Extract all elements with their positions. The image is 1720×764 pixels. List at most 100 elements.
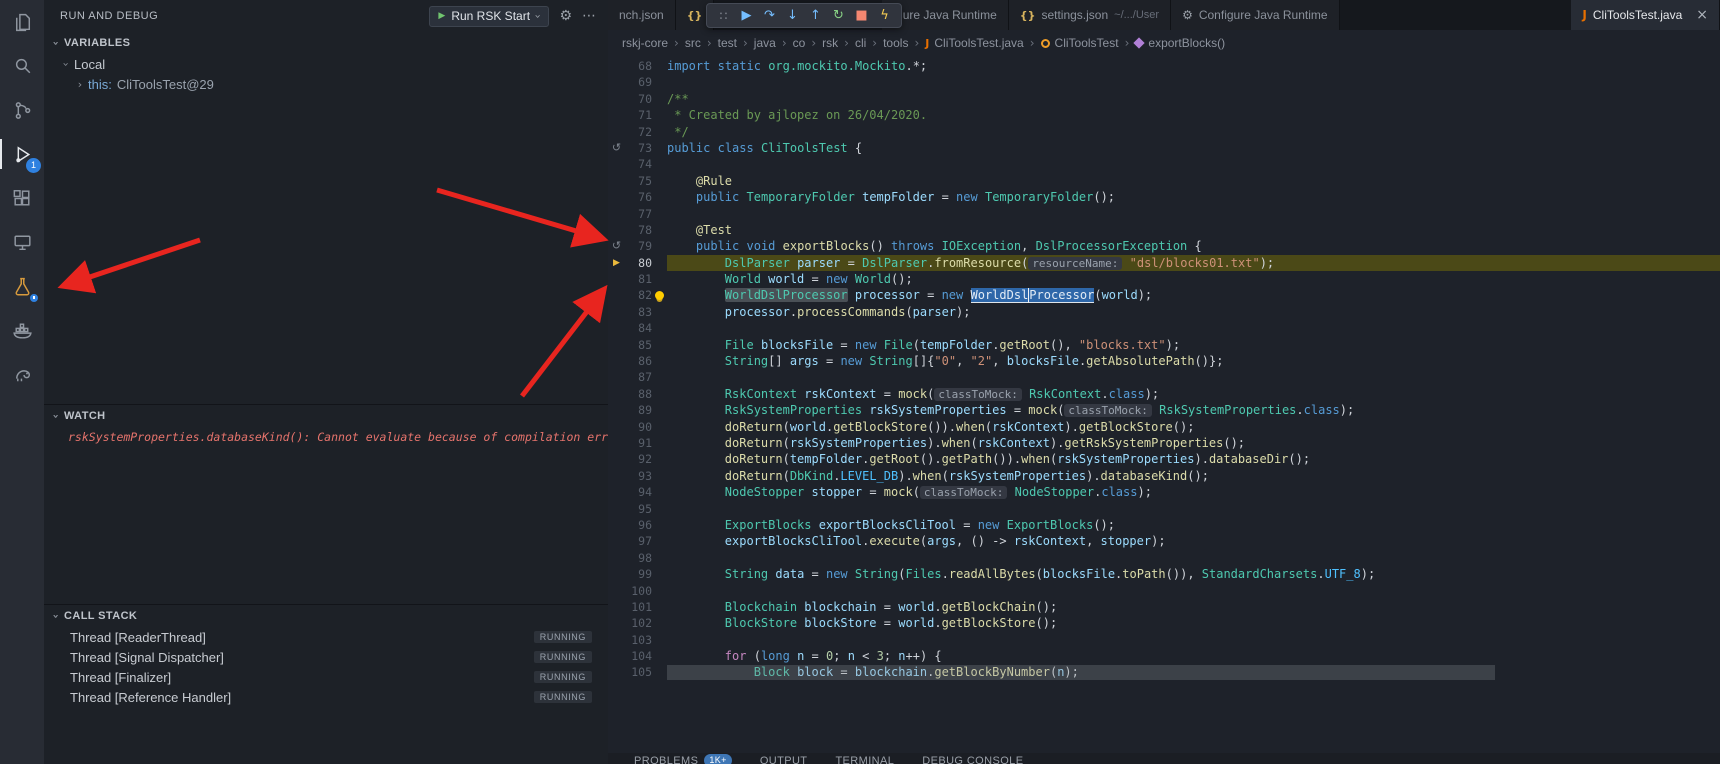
gutter[interactable] [608,156,625,172]
code-text[interactable]: Blockchain blockchain = world.getBlockCh… [667,599,1720,615]
code-text[interactable] [667,206,1720,222]
watch-section-header[interactable]: › WATCH [44,405,608,427]
panel-tab-problems[interactable]: PROBLEMS1K+ [634,754,732,764]
gutter[interactable] [608,615,625,631]
code-text[interactable] [667,550,1720,566]
step-into-button[interactable]: ↓ [783,8,802,23]
code-text[interactable]: import static org.mockito.Mockito.*; [667,58,1720,74]
code-line-105[interactable]: 105 Block block = blockchain.getBlockByN… [608,664,1720,680]
gutter[interactable] [608,337,625,353]
code-text[interactable]: @Rule [667,173,1720,189]
stop-button[interactable]: ■ [852,8,871,23]
hot-code-replace-button[interactable]: ϟ [875,8,894,23]
code-text[interactable]: public TemporaryFolder tempFolder = new … [667,189,1720,205]
code-text[interactable]: doReturn(DbKind.LEVEL_DB).when(rskSystem… [667,468,1720,484]
gutter[interactable] [608,173,625,189]
code-text[interactable] [667,320,1720,336]
code-line-86[interactable]: 86 String[] args = new String[]{"0", "2"… [608,353,1720,369]
code-line-69[interactable]: 69 [608,74,1720,90]
gutter[interactable] [608,501,625,517]
breadcrumb-item[interactable]: tools [883,36,908,50]
debug-config-picker[interactable]: ▶ Run RSK Start › [429,6,549,27]
code-line-74[interactable]: 74 [608,156,1720,172]
breadcrumb-item[interactable]: src [685,36,701,50]
code-text[interactable]: String data = new String(Files.readAllBy… [667,566,1720,582]
code-text[interactable]: for (long n = 0; n < 3; n++) { [667,648,1720,664]
gutter[interactable] [608,222,625,238]
gutter[interactable] [608,451,625,467]
code-text[interactable]: */ [667,124,1720,140]
gutter[interactable] [608,484,625,500]
extensions-icon[interactable] [0,176,44,220]
tab-configure-java-runtime[interactable]: ⚙Configure Java Runtime [1171,0,1340,30]
code-text[interactable]: exportBlocksCliTool.execute(args, () -> … [667,533,1720,549]
panel-tab-terminal[interactable]: TERMINAL [835,754,894,764]
gutter[interactable] [608,304,625,320]
code-line-85[interactable]: 85 File blocksFile = new File(tempFolder… [608,337,1720,353]
code-line-71[interactable]: 71 * Created by ajlopez on 26/04/2020. [608,107,1720,123]
gutter[interactable] [608,353,625,369]
code-text[interactable]: WorldDslProcessor processor = new WorldD… [667,287,1720,303]
watch-expression[interactable]: rskSystemProperties.databaseKind(): Cann… [44,427,608,444]
breadcrumb-item[interactable]: cli [855,36,866,50]
gutter[interactable] [608,206,625,222]
code-text[interactable]: BlockStore blockStore = world.getBlockSt… [667,615,1720,631]
code-text[interactable]: ExportBlocks exportBlocksCliTool = new E… [667,517,1720,533]
debug-current-frame-icon[interactable]: ▶ [608,255,625,271]
code-line-93[interactable]: 93 doReturn(DbKind.LEVEL_DB).when(rskSys… [608,468,1720,484]
code-text[interactable] [667,74,1720,90]
gutter[interactable] [608,74,625,90]
breadcrumb-item[interactable]: java [754,36,776,50]
gutter[interactable] [608,386,625,402]
code-text[interactable]: doReturn(rskSystemProperties).when(rskCo… [667,435,1720,451]
code-line-72[interactable]: 72 */ [608,124,1720,140]
testing-flask-icon[interactable] [0,264,44,308]
drag-handle[interactable]: ∷ [714,9,733,23]
code-text[interactable]: processor.processCommands(parser); [667,304,1720,320]
gutter[interactable] [608,107,625,123]
variables-section-header[interactable]: › VARIABLES [44,32,608,54]
code-line-77[interactable]: 77 [608,206,1720,222]
gutter[interactable] [608,189,625,205]
code-line-99[interactable]: 99 String data = new String(Files.readAl… [608,566,1720,582]
code-text[interactable] [667,369,1720,385]
close-tab-icon[interactable]: × [1696,7,1708,23]
source-control-icon[interactable] [0,88,44,132]
code-line-83[interactable]: 83 processor.processCommands(parser); [608,304,1720,320]
gutter[interactable] [608,271,625,287]
run-and-debug-icon[interactable]: 1 [0,132,44,176]
tab-nch.json[interactable]: nch.json [608,0,676,30]
breadcrumb-item[interactable]: test [718,36,737,50]
code-line-68[interactable]: 68import static org.mockito.Mockito.*; [608,58,1720,74]
code-text[interactable]: public void exportBlocks() throws IOExce… [667,238,1720,254]
call-stack-thread[interactable]: Thread [Finalizer]RUNNING [44,667,608,687]
code-text[interactable]: doReturn(tempFolder.getRoot().getPath())… [667,451,1720,467]
gutter[interactable] [608,583,625,599]
gutter[interactable] [608,419,625,435]
code-line-80[interactable]: ▶80 DslParser parser = DslParser.fromRes… [608,255,1720,271]
test-run-icon[interactable]: ↺ [608,238,625,254]
code-text[interactable]: @Test [667,222,1720,238]
code-text[interactable]: String[] args = new String[]{"0", "2", b… [667,353,1720,369]
breadcrumb-item[interactable]: exportBlocks() [1135,36,1225,50]
variable-this[interactable]: › this: CliToolsTest@29 [44,74,608,94]
code-text[interactable]: RskContext rskContext = mock(classToMock… [667,386,1720,402]
code-text[interactable] [667,583,1720,599]
remote-explorer-icon[interactable] [0,220,44,264]
code-text[interactable]: * Created by ajlopez on 26/04/2020. [667,107,1720,123]
code-text[interactable]: public class CliToolsTest { [667,140,1720,156]
gutter[interactable] [608,517,625,533]
explorer-icon[interactable] [0,0,44,44]
gutter[interactable] [608,435,625,451]
code-line-102[interactable]: 102 BlockStore blockStore = world.getBlo… [608,615,1720,631]
call-stack-thread[interactable]: Thread [Reference Handler]RUNNING [44,687,608,707]
step-out-button[interactable]: ↑ [806,8,825,23]
test-run-icon[interactable]: ↺ [608,140,625,156]
continue-button[interactable]: ▶ [737,8,756,23]
code-text[interactable] [667,501,1720,517]
gutter[interactable] [608,320,625,336]
breadcrumb-item[interactable]: co [793,36,806,50]
gutter[interactable] [608,566,625,582]
gutter[interactable] [608,533,625,549]
code-text[interactable]: doReturn(world.getBlockStore()).when(rsk… [667,419,1720,435]
